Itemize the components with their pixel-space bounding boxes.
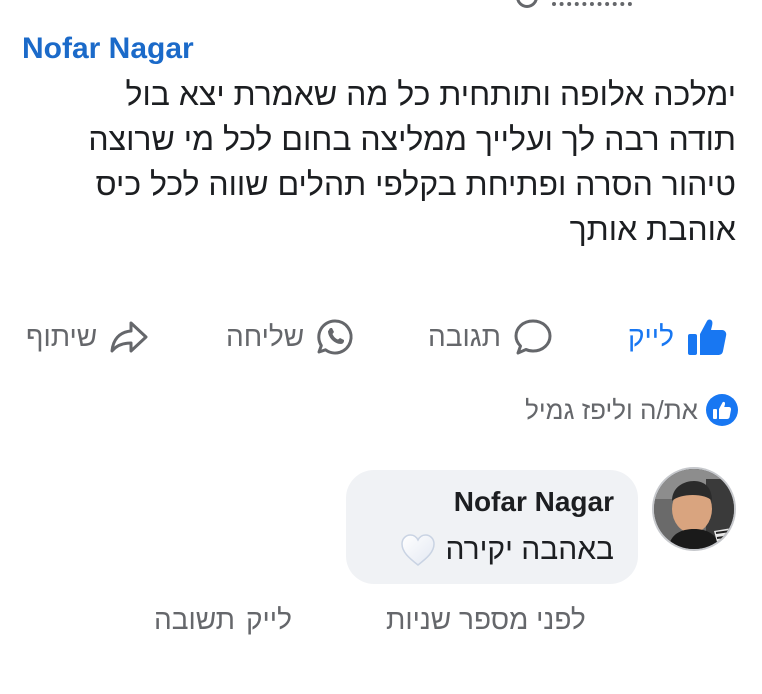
share-label: שיתוף: [26, 321, 98, 352]
comment-text: באהבה יקירה: [445, 533, 614, 566]
commenter-avatar[interactable]: [652, 467, 736, 551]
send-label: שליחה: [226, 321, 305, 352]
share-button[interactable]: שיתוף: [26, 310, 149, 364]
share-arrow-icon: [110, 321, 148, 353]
clock-icon: [516, 0, 538, 8]
post-text-line: טיהור הסרה ופתיחת בקלפי תהלים שווה לכל כ…: [95, 166, 736, 202]
post-author-name[interactable]: Nofar Nagar: [22, 32, 194, 66]
white-heart-icon: [401, 534, 436, 566]
comment-button[interactable]: תגובה: [428, 310, 553, 364]
comment-body: באהבה יקירה: [399, 532, 614, 568]
like-label: לייק: [628, 321, 674, 352]
post-text-line: תודה רבה לך ועלייך ממליצה בחום לכל מי שר…: [88, 121, 736, 157]
comment-author-name[interactable]: Nofar Nagar: [454, 486, 614, 518]
comment-bubble-icon: [514, 319, 552, 355]
previous-post-meta: [552, 0, 632, 6]
thumbs-up-icon: [687, 319, 727, 355]
previous-post-footer: [0, 0, 762, 8]
post-text-line: אוהבת אותך: [569, 211, 736, 247]
reactions-summary[interactable]: את/ה וליפז גמיל: [525, 394, 738, 426]
facebook-post-view: Nofar Nagar ימלכה אלופה ותותחית כל מה שא…: [0, 0, 762, 694]
comment-timestamp: לפני מספר שניות: [386, 604, 586, 635]
post-body: ימלכה אלופה ותותחית כל מה שאמרת יצא בול …: [36, 72, 736, 252]
reactions-text: את/ה וליפז גמיל: [525, 394, 698, 425]
comment-label: תגובה: [428, 321, 501, 352]
like-button[interactable]: לייק: [628, 310, 728, 364]
post-text-line: ימלכה אלופה ותותחית כל מה שאמרת יצא בול: [125, 76, 736, 112]
comment-meta: תשובה לייק לפני מספר שניות: [0, 600, 762, 644]
comment-bubble[interactable]: Nofar Nagar באהבה יקירה: [346, 470, 638, 584]
like-reaction-icon: [706, 394, 738, 426]
post-action-bar: שיתוף שליחה תגובה לייק: [0, 310, 762, 364]
comment-reply-button[interactable]: תשובה: [154, 604, 235, 636]
comment-like-button[interactable]: לייק: [246, 604, 292, 636]
send-button[interactable]: שליחה: [226, 310, 354, 364]
whatsapp-icon: [317, 319, 353, 355]
